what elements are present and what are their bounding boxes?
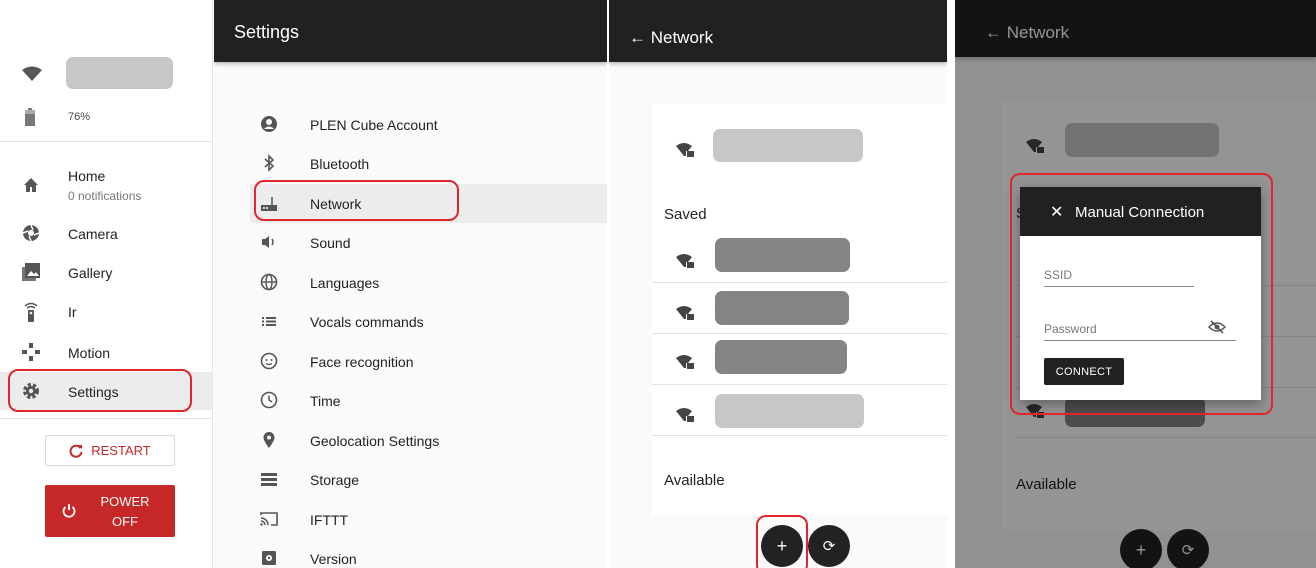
network-name-redacted <box>715 238 850 272</box>
network-list-card: Saved Available <box>652 104 947 516</box>
network-name-redacted <box>715 340 847 374</box>
app-bar: ← Network <box>609 0 947 62</box>
settings-item-label: Face recognition <box>310 354 414 370</box>
settings-item-vocals-commands[interactable]: Vocals commands <box>250 302 607 341</box>
settings-item-languages[interactable]: Languages <box>250 263 607 302</box>
restart-label: RESTART <box>91 443 151 458</box>
saved-network-row[interactable] <box>652 284 947 334</box>
drawer-item-label: Gallery <box>68 265 113 281</box>
settings-item-label: PLEN Cube Account <box>310 117 438 133</box>
power-label-line1: POWER <box>100 494 150 509</box>
divider <box>0 141 212 142</box>
saved-network-row[interactable] <box>652 386 947 436</box>
highlight-annotation <box>254 180 459 221</box>
wifi-lock-icon <box>676 252 696 268</box>
wifi-icon <box>22 66 42 82</box>
network-screen: ← Network Saved Available + ⟳ <box>609 0 947 568</box>
wifi-lock-icon <box>676 353 696 369</box>
saved-section-label: Saved <box>664 206 707 223</box>
navigation-drawer: 76% Home 0 notifications Camera Gallery … <box>0 0 213 568</box>
settings-item-label: IFTTT <box>310 512 349 528</box>
camera-icon <box>22 224 40 242</box>
refresh-button[interactable]: ⟳ <box>808 525 850 567</box>
account-icon <box>260 115 278 133</box>
power-icon <box>62 503 76 518</box>
settings-item-bluetooth[interactable]: Bluetooth <box>250 144 607 183</box>
globe-icon <box>260 273 278 291</box>
settings-item-label: Sound <box>310 235 351 251</box>
network-name-redacted <box>66 57 173 89</box>
notifications-count: 0 notifications <box>68 189 142 203</box>
highlight-annotation <box>756 515 808 568</box>
motion-icon <box>22 343 40 361</box>
page-title: Settings <box>234 22 300 42</box>
gallery-icon <box>22 263 40 281</box>
bluetooth-icon <box>260 154 278 172</box>
drawer-item-label: Home <box>68 168 106 184</box>
highlight-annotation <box>8 369 192 412</box>
settings-item-storage[interactable]: Storage <box>250 460 607 499</box>
storage-icon <box>260 470 278 488</box>
settings-item-account[interactable]: PLEN Cube Account <box>250 105 607 144</box>
restart-icon <box>69 444 83 458</box>
clock-icon <box>260 391 278 409</box>
settings-item-label: Geolocation Settings <box>310 433 440 449</box>
settings-item-ifttt[interactable]: IFTTT <box>250 500 607 539</box>
settings-item-label: Storage <box>310 472 360 488</box>
settings-item-label: Languages <box>310 275 380 291</box>
drawer-item-home[interactable]: Home 0 notifications <box>0 163 212 207</box>
network-name-redacted <box>715 394 864 428</box>
location-pin-icon <box>260 431 278 449</box>
app-bar: Settings <box>214 0 607 62</box>
drawer-item-ir[interactable]: Ir <box>0 292 212 330</box>
wifi-lock-icon <box>676 141 696 157</box>
settings-item-version[interactable]: Version <box>250 539 607 568</box>
settings-screen: Settings PLEN Cube Account Bluetooth Net… <box>214 0 607 568</box>
highlight-annotation <box>1010 173 1273 415</box>
ir-remote-icon <box>22 302 40 322</box>
restart-button[interactable]: RESTART <box>45 435 175 466</box>
back-title[interactable]: ← Network <box>629 28 713 48</box>
battery-icon <box>25 108 35 126</box>
drawer-item-camera[interactable]: Camera <box>0 214 212 252</box>
drawer-item-gallery[interactable]: Gallery <box>0 253 212 291</box>
battery-level: 76% <box>68 111 91 123</box>
drawer-item-label: Motion <box>68 345 111 361</box>
current-network-redacted[interactable] <box>713 129 863 162</box>
network-name-redacted <box>715 291 849 325</box>
power-off-button[interactable]: POWER OFF <box>45 485 175 537</box>
wifi-lock-icon <box>676 304 696 320</box>
settings-item-time[interactable]: Time <box>250 381 607 420</box>
settings-item-face-recognition[interactable]: Face recognition <box>250 342 607 381</box>
settings-item-label: Version <box>310 551 357 567</box>
list-icon <box>260 312 278 330</box>
drawer-item-label: Camera <box>68 226 118 242</box>
available-section-label: Available <box>664 472 725 489</box>
drawer-item-motion[interactable]: Motion <box>0 333 212 371</box>
saved-network-row[interactable] <box>652 335 947 385</box>
speaker-icon <box>260 233 278 251</box>
divider <box>0 418 212 419</box>
wifi-lock-icon <box>676 406 696 422</box>
saved-network-row[interactable] <box>652 233 947 283</box>
version-icon <box>260 549 278 567</box>
face-icon <box>260 352 278 370</box>
home-icon <box>22 176 40 194</box>
settings-item-geolocation[interactable]: Geolocation Settings <box>250 421 607 460</box>
settings-item-label: Time <box>310 393 341 409</box>
power-label-line2: OFF <box>112 514 138 529</box>
cast-icon <box>260 510 278 528</box>
settings-item-sound[interactable]: Sound <box>250 223 607 262</box>
refresh-icon: ⟳ <box>822 538 836 555</box>
settings-item-label: Bluetooth <box>310 156 370 172</box>
manual-connection-screen: ← Network S Available + ⟳ ✕ Manual Conne… <box>955 0 1316 568</box>
drawer-item-label: Ir <box>68 304 77 320</box>
settings-item-label: Vocals commands <box>310 314 424 330</box>
